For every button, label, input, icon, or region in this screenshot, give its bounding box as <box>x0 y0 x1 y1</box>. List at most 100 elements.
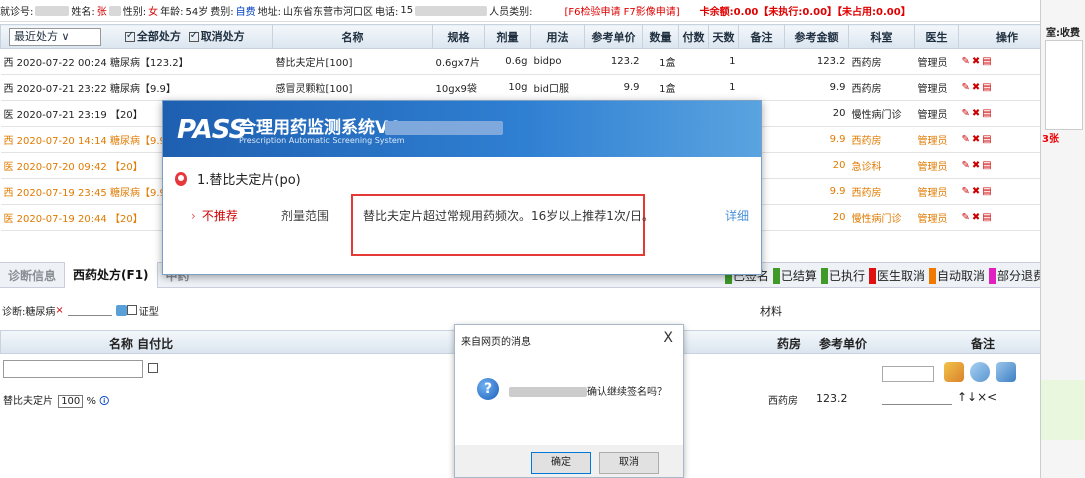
col-doses[interactable]: 付数 <box>678 24 709 49</box>
row-name: 替比夫定片[100] <box>272 48 433 75</box>
row-action-icons[interactable]: ✎✖▤ <box>962 134 994 145</box>
row-dept: 西药房 <box>848 48 915 75</box>
col-note[interactable]: 备注 <box>738 24 785 49</box>
row-amount: 9.9 <box>784 178 849 205</box>
document-icon[interactable] <box>996 362 1016 382</box>
grid-filter-cell: 最近处方 ∨ 全部处方 取消处方 <box>0 24 273 49</box>
drug-search-input[interactable] <box>3 360 143 378</box>
row-doctor: 管理员 <box>914 204 959 231</box>
cert-label: 证型 <box>138 306 159 318</box>
row-doctor: 管理员 <box>914 74 959 101</box>
note-input[interactable] <box>882 366 934 382</box>
col-qty[interactable]: 数量 <box>642 24 679 49</box>
add-diagnosis-icon[interactable] <box>115 304 127 316</box>
remove-diagnosis-icon[interactable]: × <box>55 305 63 316</box>
card-balance: 卡余额:0.00【未执行:0.00】【未占用:0.00】 <box>699 7 911 18</box>
edit-icon[interactable] <box>944 362 964 382</box>
note-underline <box>882 404 952 405</box>
comment-icon[interactable] <box>970 362 990 382</box>
col-days[interactable]: 天数 <box>708 24 739 49</box>
pass-category: 剂量范围 <box>281 209 330 223</box>
row-price: 9.9 <box>584 74 643 101</box>
row-doses <box>678 74 709 101</box>
address-value: 山东省东营市河口区 <box>282 7 373 18</box>
table-row[interactable]: 西 2020-07-21 23:22 糖尿病【9.9】 感冒灵颗粒[100] 10g… <box>0 74 1055 101</box>
redacted-visit-no <box>35 5 70 16</box>
info-icon[interactable]: 🛈 <box>99 396 109 407</box>
gender-label: 性别: <box>122 7 147 18</box>
ok-button[interactable]: 确定 <box>531 452 591 474</box>
pass-header: PASS 合理用药监测系统V4 Prescription Automatic S… <box>163 101 761 157</box>
self-pay-ratio-input[interactable]: 100 <box>58 395 84 408</box>
row-action-icons[interactable]: ✎✖▤ <box>962 186 994 197</box>
phone-label: 电话: <box>374 7 399 18</box>
row-doctor: 管理员 <box>914 48 959 75</box>
category-label: 人员类别: <box>489 7 533 18</box>
legend-label: 已执行 <box>828 269 865 283</box>
col-spec[interactable]: 规格 <box>432 24 485 49</box>
col-dose[interactable]: 剂量 <box>484 24 531 49</box>
row-doctor: 管理员 <box>914 178 959 205</box>
row-action-icons[interactable]: ✎✖▤ <box>962 160 994 171</box>
row-head: 西 2020-07-22 00:24 糖尿病【123.2】 <box>0 48 273 75</box>
row-move-controls[interactable]: ↑↓×< <box>957 390 997 404</box>
row-qty: 1盒 <box>642 74 679 101</box>
tab-diagnosis[interactable]: 诊断信息 <box>0 267 64 284</box>
location-pin-icon <box>175 171 187 186</box>
pass-recommendation: › 不推荐 <box>191 207 238 224</box>
row-amount: 9.9 <box>784 126 849 153</box>
legend-label: 已结算 <box>780 269 817 283</box>
col-name[interactable]: 名称 <box>272 24 433 49</box>
chevron-right-icon: › <box>191 209 196 223</box>
right-panel-green-area <box>1041 380 1085 440</box>
pass-level: 不推荐 <box>201 209 238 223</box>
detail-price-header: 参考单价 <box>819 337 868 351</box>
row-amount: 20 <box>784 152 849 179</box>
confirm-title: 来自网页的消息 <box>461 337 531 348</box>
diagnosis-label: 诊断: <box>2 306 26 318</box>
row-qty: 1盒 <box>642 48 679 75</box>
row-days: 1 <box>708 74 739 101</box>
legend-label: 自动取消 <box>936 269 985 283</box>
exam-request-link[interactable]: [F6检验申请 F7影像申请] <box>564 3 679 18</box>
row-days: 1 <box>708 48 739 75</box>
select-all-checkbox[interactable] <box>124 30 135 42</box>
col-usage[interactable]: 用法 <box>530 24 585 49</box>
age-value: 54岁 <box>185 7 209 18</box>
pass-message: 替比夫定片超过常规用药频次。16岁以上推荐1次/日。 <box>363 209 654 223</box>
pass-drug-name: 1.替比夫定片(po) <box>197 173 301 188</box>
diagnosis-input[interactable] <box>67 304 112 316</box>
col-dept[interactable]: 科室 <box>848 24 915 49</box>
pass-redacted <box>385 121 503 135</box>
col-price[interactable]: 参考单价 <box>584 24 643 49</box>
cert-checkbox[interactable] <box>126 305 137 315</box>
pass-dialog: PASS 合理用药监测系统V4 Prescription Automatic S… <box>162 100 762 275</box>
redacted-phone <box>415 5 488 16</box>
recent-rx-select[interactable]: 最近处方 ∨ <box>9 27 101 46</box>
pass-detail-link[interactable]: 详细 <box>725 207 749 224</box>
legend-label: 医生取消 <box>876 269 925 283</box>
table-row[interactable]: 西 2020-07-22 00:24 糖尿病【123.2】 替比夫定片[100] 0… <box>0 48 1055 75</box>
row-doctor: 管理员 <box>914 100 959 127</box>
legend-swatch <box>820 267 828 284</box>
question-icon: ? <box>477 378 499 400</box>
row-action-icons[interactable]: ✎✖▤ <box>962 212 994 223</box>
row-doctor: 管理员 <box>914 126 959 153</box>
cancel-rx-checkbox[interactable] <box>188 30 199 42</box>
tab-western-rx[interactable]: 西药处方(F1) <box>64 262 158 288</box>
row-name: 感冒灵颗粒[100] <box>272 74 433 101</box>
confirm-message: 确认继续签名吗？ <box>587 387 667 398</box>
col-doctor[interactable]: 医生 <box>914 24 959 49</box>
row-action-icons[interactable]: ✎✖▤ <box>962 108 994 119</box>
row-doses <box>678 48 709 75</box>
confirm-dialog: 来自网页的消息 X ? 确认继续签名吗？ 确定 取消 <box>454 324 684 478</box>
row-action-icons[interactable]: ✎✖▤ <box>962 56 994 67</box>
drug-row-checkbox[interactable] <box>148 363 158 373</box>
fee-value: 自费 <box>235 7 256 18</box>
legend-swatch <box>988 267 996 284</box>
close-icon[interactable]: X <box>663 330 673 346</box>
col-amount[interactable]: 参考金额 <box>784 24 849 49</box>
cancel-button[interactable]: 取消 <box>599 452 659 474</box>
row-action-icons[interactable]: ✎✖▤ <box>962 82 994 93</box>
row-spec: 10gx9袋 <box>432 74 485 101</box>
